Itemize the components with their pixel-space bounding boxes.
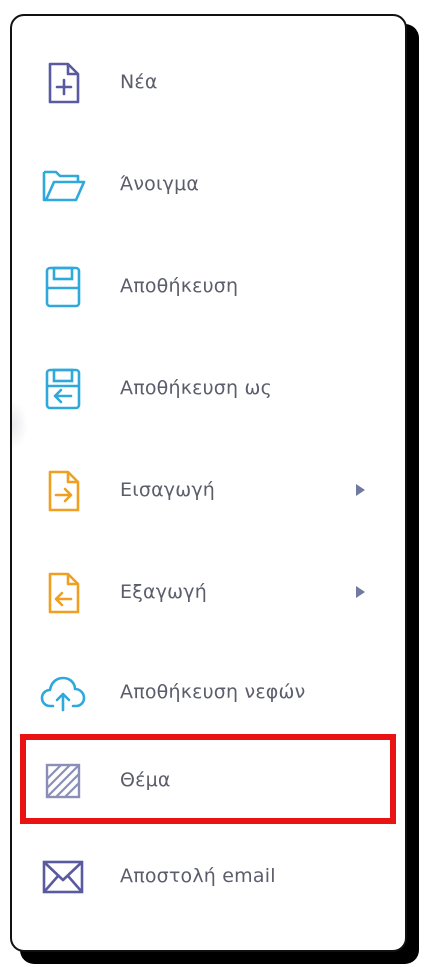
menu-item-save-as[interactable]: Αποθήκευση ως — [12, 348, 405, 428]
menu-item-label: Αποστολή email — [120, 865, 276, 887]
menu-item-open[interactable]: Άνοιγμα — [12, 144, 405, 224]
open-folder-icon — [40, 162, 86, 208]
export-icon — [40, 570, 86, 616]
menu-item-label: Αποθήκευση ως — [120, 377, 272, 399]
menu-item-cloud-save[interactable]: Αποθήκευση νεφών — [12, 652, 405, 732]
cloud-upload-icon — [40, 670, 86, 716]
menu-item-label: Αποθήκευση — [120, 275, 239, 297]
email-icon — [40, 854, 86, 900]
menu-item-label: Άνοιγμα — [120, 173, 200, 195]
menu-item-save[interactable]: Αποθήκευση — [12, 246, 405, 326]
menu-item-label: Εξαγωγή — [120, 581, 207, 603]
submenu-arrow-icon — [356, 484, 365, 496]
save-icon — [40, 264, 86, 310]
menu-item-send-email[interactable]: Αποστολή email — [12, 836, 405, 916]
save-as-icon — [40, 366, 86, 412]
menu-item-export[interactable]: Εξαγωγή — [12, 552, 405, 632]
partial-item-icon — [58, 950, 82, 952]
file-menu-panel: Νέα Άνοιγμα Αποθήκευση Αποθήκευση ως Εισ… — [10, 14, 407, 952]
import-icon — [40, 468, 86, 514]
menu-item-new[interactable]: Νέα — [12, 42, 405, 122]
menu-item-label: Αποθήκευση νεφών — [120, 681, 306, 703]
menu-item-label: Εισαγωγή — [120, 479, 216, 501]
stage: Νέα Άνοιγμα Αποθήκευση Αποθήκευση ως Εισ… — [0, 0, 425, 967]
submenu-arrow-icon — [356, 586, 365, 598]
menu-item-label: Νέα — [120, 71, 158, 93]
menu-item-import[interactable]: Εισαγωγή — [12, 450, 405, 530]
new-file-icon — [40, 60, 86, 106]
theme-highlight-box — [20, 734, 396, 824]
